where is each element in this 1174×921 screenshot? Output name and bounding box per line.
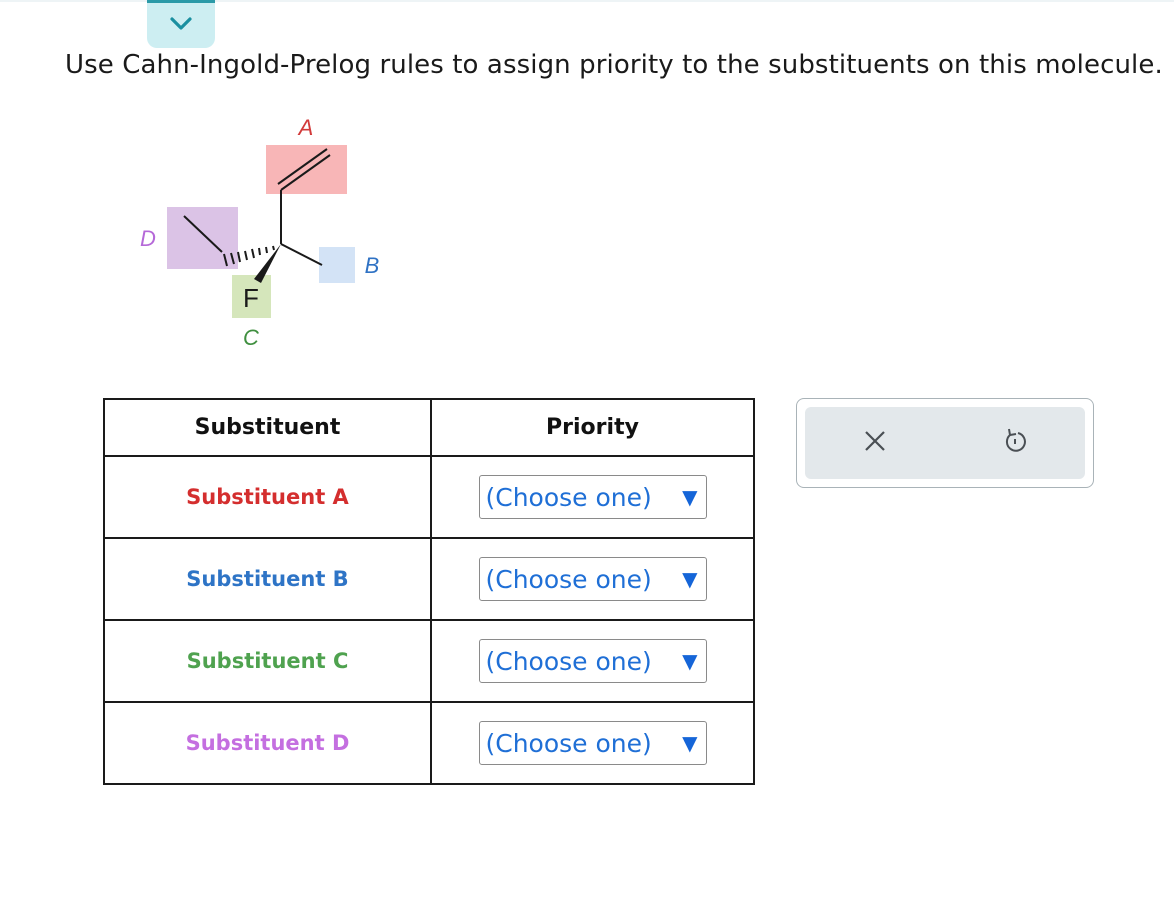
chevron-down-icon — [168, 15, 194, 37]
dropdown-arrow-icon: ▼ — [682, 567, 698, 591]
priority-select-c[interactable]: (Choose one) ▼ — [478, 639, 707, 683]
select-value: (Choose one) — [485, 564, 652, 594]
table-header-row: Substituent Priority — [103, 398, 755, 457]
answer-tools-bar — [805, 407, 1085, 479]
label-a: A — [297, 115, 314, 140]
substituent-d-label: Substituent D — [185, 731, 350, 755]
label-b: B — [365, 253, 380, 278]
substituent-a-highlight — [266, 145, 347, 194]
table-row: Substituent C (Choose one) ▼ — [103, 619, 755, 703]
substituent-c-label: Substituent C — [186, 649, 349, 673]
dropdown-arrow-icon: ▼ — [682, 649, 698, 673]
clear-button[interactable] — [845, 413, 905, 473]
substituent-d-highlight — [167, 207, 238, 269]
priority-select-a[interactable]: (Choose one) ▼ — [478, 475, 707, 519]
priority-select-d[interactable]: (Choose one) ▼ — [478, 721, 707, 765]
question-text: Use Cahn-Ingold-Prelog rules to assign p… — [65, 50, 1163, 80]
substituent-b-label: Substituent B — [186, 567, 349, 591]
select-value: (Choose one) — [485, 482, 652, 512]
close-icon — [863, 429, 887, 457]
undo-button[interactable] — [985, 413, 1045, 473]
select-value: (Choose one) — [485, 728, 652, 758]
table-row: Substituent D (Choose one) ▼ — [103, 701, 755, 785]
table-row: Substituent B (Choose one) ▼ — [103, 537, 755, 621]
table-row: Substituent A (Choose one) ▼ — [103, 455, 755, 539]
select-value: (Choose one) — [485, 646, 652, 676]
substituent-b-highlight — [319, 247, 355, 283]
priority-table: Substituent Priority Substituent A (Choo… — [103, 398, 755, 785]
atom-f-label: F — [243, 283, 259, 313]
header-substituent: Substituent — [103, 398, 432, 457]
priority-select-b[interactable]: (Choose one) ▼ — [478, 557, 707, 601]
label-c: C — [243, 325, 259, 350]
header-priority: Priority — [430, 398, 755, 457]
dropdown-arrow-icon: ▼ — [682, 485, 698, 509]
answer-tools-panel — [796, 398, 1094, 488]
molecule-diagram: F A B C D — [140, 115, 380, 350]
undo-icon — [1002, 427, 1028, 459]
collapse-toggle-button[interactable] — [147, 0, 215, 48]
dropdown-arrow-icon: ▼ — [682, 731, 698, 755]
substituent-a-label: Substituent A — [186, 485, 349, 509]
label-d: D — [140, 226, 156, 251]
